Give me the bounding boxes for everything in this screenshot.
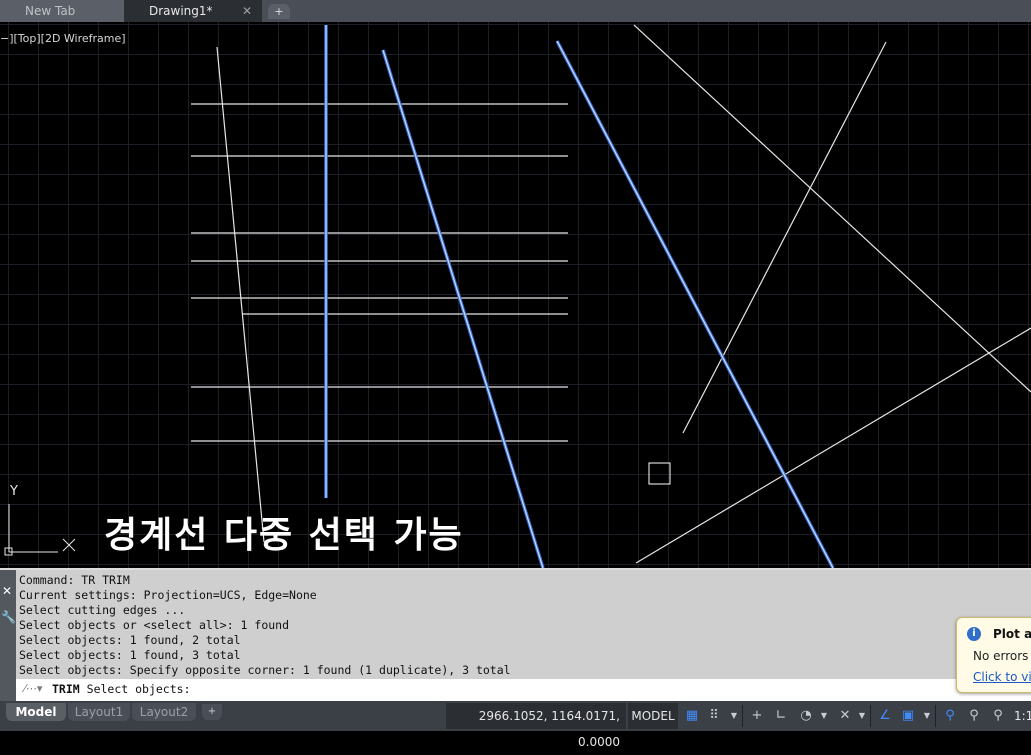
line-entity[interactable] (633, 24, 1031, 393)
info-icon: i (967, 627, 981, 641)
tab-layout2[interactable]: Layout2 (132, 703, 196, 721)
selected-line-entity[interactable] (382, 49, 544, 568)
chevron-down-icon[interactable]: ▼ (857, 705, 867, 727)
selected-line-entity[interactable] (556, 40, 834, 568)
divider (935, 705, 936, 727)
command-prompt-icon[interactable]: ⁄⋯▾ (24, 682, 42, 695)
command-input[interactable]: ⁄⋯▾ TRIM Select objects: (16, 679, 1031, 701)
chevron-down-icon[interactable]: ▼ (819, 705, 829, 727)
tab-model[interactable]: Model (6, 703, 66, 721)
notification-title: Plot an (993, 627, 1031, 641)
command-prompt-text: Select objects: (86, 682, 191, 696)
infer-icon[interactable]: + (748, 705, 766, 727)
overlay-caption: 경계선 다중 선택 가능 (104, 515, 464, 556)
grid-icon[interactable]: ▦ (683, 705, 701, 727)
pickbox-cursor (648, 462, 671, 485)
new-tab-button[interactable]: + (268, 4, 290, 19)
isodraft-icon[interactable]: ✕ (836, 705, 854, 727)
history-line: Current settings: Projection=UCS, Edge=N… (19, 588, 317, 602)
tab-drawing1[interactable]: Drawing1* ✕ (124, 0, 262, 22)
history-line: Select objects: Specify opposite corner:… (19, 663, 511, 677)
slanted-lines (216, 24, 1031, 564)
horizontal-lines (191, 103, 568, 442)
annotation-scale-value[interactable]: 1:1 (1014, 705, 1031, 727)
line-entity[interactable] (635, 327, 1031, 564)
autoscale-icon[interactable]: ⚲ (965, 705, 983, 727)
command-history: Command: TR TRIM Current settings: Proje… (16, 570, 1031, 680)
notification-body: No errors c (973, 649, 1031, 663)
annotation-visibility-icon[interactable]: ⚲ (941, 705, 959, 727)
history-line: Command: TR TRIM (19, 573, 130, 587)
command-keyword: TRIM (52, 682, 80, 696)
ucs-y-label: Y (10, 484, 18, 499)
osnap-icon[interactable]: ▣ (899, 705, 917, 727)
divider (742, 705, 743, 727)
ortho-icon[interactable]: ∟ (772, 705, 790, 727)
drawing-geometry[interactable] (0, 22, 1031, 568)
tab-new-tab[interactable]: New Tab (0, 0, 138, 22)
history-line: Select objects or <select all>: 1 found (19, 618, 290, 632)
close-icon[interactable]: ✕ (2, 584, 12, 598)
annotation-scale-icon[interactable]: ⚲ (989, 705, 1007, 727)
snap-icon[interactable]: ⠿ (705, 705, 723, 727)
command-window-handle[interactable]: ✕ 🔧 (0, 570, 16, 701)
selected-lines (324, 25, 835, 568)
chevron-down-icon[interactable]: ▼ (922, 705, 932, 727)
model-space-button[interactable]: MODEL (628, 703, 678, 729)
chevron-down-icon[interactable]: ▼ (729, 705, 739, 727)
osnap-tracking-icon[interactable]: ∠ (876, 705, 894, 727)
file-tab-bar: New Tab Drawing1* ✕ + (0, 0, 1031, 22)
line-entity[interactable] (682, 41, 887, 434)
close-icon[interactable]: ✕ (242, 0, 252, 22)
tab-label: Drawing1* (149, 4, 213, 18)
command-window: ✕ 🔧 Command: TR TRIM Current settings: P… (0, 568, 1031, 701)
plot-notification[interactable]: i Plot an No errors c Click to vie (956, 617, 1031, 693)
polar-icon[interactable]: ◔ (797, 705, 815, 727)
drawing-viewport[interactable]: −][Top][2D Wireframe] Y 경계선 다중 선택 가능 (0, 22, 1031, 568)
tab-layout1[interactable]: Layout1 (68, 703, 130, 721)
notification-link[interactable]: Click to vie (973, 670, 1031, 684)
divider (870, 705, 871, 727)
status-bar: Model Layout1 Layout2 + 2966.1052, 1164.… (0, 701, 1031, 749)
ucs-icon (4, 504, 76, 556)
viewport-controls-label[interactable]: −][Top][2D Wireframe] (0, 32, 126, 45)
history-line: Select objects: 1 found, 2 total (19, 633, 241, 647)
history-line: Select objects: 1 found, 3 total (19, 648, 241, 662)
add-layout-button[interactable]: + (202, 704, 222, 720)
coordinates-readout[interactable]: 2966.1052, 1164.0171, 0.0000 (446, 703, 626, 749)
command-input-text: TRIM Select objects: (52, 682, 191, 696)
line-entity[interactable] (216, 46, 265, 543)
tab-label: New Tab (25, 4, 76, 18)
wrench-icon[interactable]: 🔧 (1, 610, 16, 624)
history-line: Select cutting edges ... (19, 603, 186, 617)
